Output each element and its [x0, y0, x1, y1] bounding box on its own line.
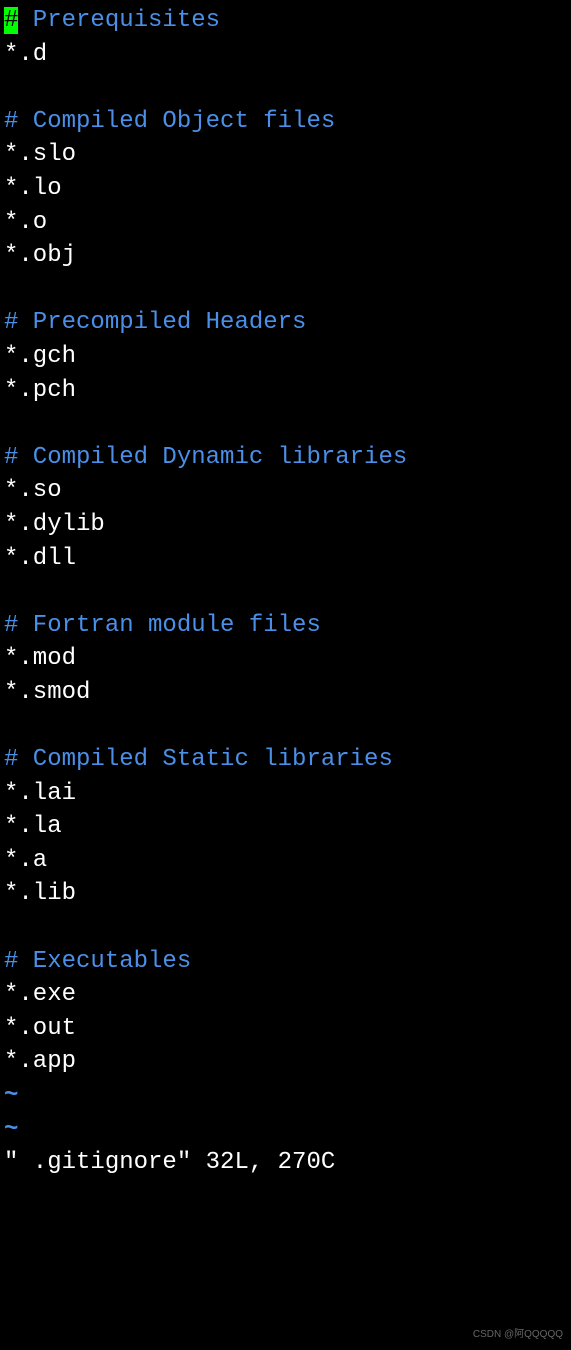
pattern-line: *.app [4, 1045, 571, 1079]
pattern-line: *.out [4, 1012, 571, 1046]
pattern-line: *.lai [4, 777, 571, 811]
pattern-line: *.la [4, 810, 571, 844]
blank-line [4, 911, 571, 945]
blank-line [4, 575, 571, 609]
pattern-line: *.exe [4, 978, 571, 1012]
pattern-line: *.lo [4, 172, 571, 206]
pattern-line: *.pch [4, 374, 571, 408]
blank-line [4, 407, 571, 441]
blank-line [4, 709, 571, 743]
editor-content[interactable]: # Prerequisites*.d # Compiled Object fil… [4, 4, 571, 1180]
pattern-line: *.smod [4, 676, 571, 710]
cursor: # [4, 7, 18, 34]
pattern-line: *.obj [4, 239, 571, 273]
pattern-line: *.a [4, 844, 571, 878]
blank-line [4, 273, 571, 307]
pattern-line: *.dylib [4, 508, 571, 542]
pattern-line: *.slo [4, 138, 571, 172]
empty-line-tilde: ~ [4, 1113, 571, 1147]
watermark: CSDN @阿QQQQQ [473, 1328, 563, 1342]
pattern-line: *.o [4, 206, 571, 240]
pattern-line: *.dll [4, 542, 571, 576]
comment-text: # Executables [4, 948, 191, 975]
comment-text: # Compiled Object files [4, 108, 335, 135]
comment-line: # Precompiled Headers [4, 306, 571, 340]
comment-line: # Compiled Static libraries [4, 743, 571, 777]
comment-line: # Prerequisites [4, 4, 571, 38]
comment-line: # Compiled Object files [4, 105, 571, 139]
blank-line [4, 71, 571, 105]
empty-line-tilde: ~ [4, 1079, 571, 1113]
comment-text: # Compiled Dynamic libraries [4, 444, 407, 471]
status-line: " .gitignore" 32L, 270C [4, 1146, 571, 1180]
comment-line: # Fortran module files [4, 609, 571, 643]
comment-text: # Fortran module files [4, 612, 321, 639]
pattern-line: *.so [4, 474, 571, 508]
comment-text: # Precompiled Headers [4, 309, 306, 336]
pattern-line: *.lib [4, 877, 571, 911]
comment-text: # Compiled Static libraries [4, 746, 393, 773]
pattern-line: *.d [4, 38, 571, 72]
comment-line: # Executables [4, 945, 571, 979]
comment-text: Prerequisites [18, 7, 220, 34]
comment-line: # Compiled Dynamic libraries [4, 441, 571, 475]
pattern-line: *.gch [4, 340, 571, 374]
pattern-line: *.mod [4, 642, 571, 676]
